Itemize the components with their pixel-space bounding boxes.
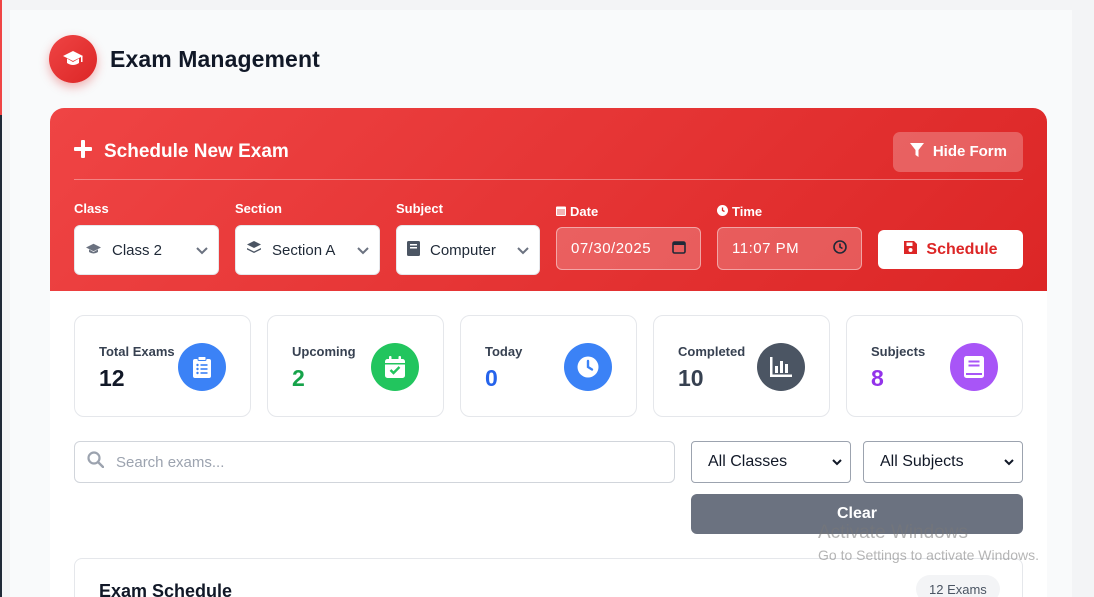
subject-label: Subject <box>396 200 443 216</box>
page-header: Exam Management <box>49 35 320 83</box>
stat-card-upcoming: Upcoming 2 <box>267 315 444 417</box>
stat-card-total-exams: Total Exams 12 <box>74 315 251 417</box>
book-icon <box>950 343 998 391</box>
stat-value: 12 <box>99 365 125 391</box>
graduation-cap-icon <box>85 242 102 259</box>
time-input[interactable]: 11:07 PM <box>717 227 862 270</box>
section-field: Section Section A <box>235 200 380 275</box>
search-icon <box>87 451 105 473</box>
filter-icon <box>909 142 925 162</box>
calendar-picker-icon[interactable] <box>672 240 686 258</box>
stat-value: 10 <box>678 365 704 391</box>
form-title-text: Schedule New Exam <box>104 140 289 162</box>
subject-field: Subject Computer <box>396 200 540 275</box>
chevron-down-icon <box>517 242 529 259</box>
stat-card-today: Today 0 <box>460 315 637 417</box>
calendar-icon <box>556 204 566 219</box>
time-input-value: 11:07 PM <box>732 240 800 257</box>
chevron-down-icon <box>832 453 842 471</box>
page-title: Exam Management <box>110 45 320 72</box>
plus-icon <box>74 139 92 164</box>
date-field: Date 07/30/2025 <box>556 203 701 270</box>
chevron-down-icon <box>1004 453 1014 471</box>
stat-label: Total Exams <box>99 344 175 359</box>
stat-value: 8 <box>871 365 884 391</box>
chart-bar-icon <box>757 343 805 391</box>
clock-picker-icon[interactable] <box>833 239 847 258</box>
subject-select-value: Computer <box>430 241 496 259</box>
stat-label: Completed <box>678 344 746 359</box>
time-label-text: Time <box>732 203 763 219</box>
class-filter-value: All Classes <box>708 453 788 470</box>
subject-filter-value: All Subjects <box>880 453 964 470</box>
form-title: Schedule New Exam <box>74 139 289 164</box>
chevron-down-icon <box>357 242 369 259</box>
time-field: Time 11:07 PM <box>717 203 862 270</box>
date-input-value: 07/30/2025 <box>571 240 652 257</box>
book-icon <box>407 240 420 260</box>
schedule-button[interactable]: Schedule <box>878 230 1023 269</box>
clock-icon <box>717 204 728 219</box>
save-icon <box>903 240 918 260</box>
search-input[interactable] <box>116 453 662 471</box>
class-field: Class Class 2 <box>74 200 219 275</box>
date-label: Date <box>556 203 701 219</box>
stat-label: Subjects <box>871 344 926 359</box>
stat-value: 2 <box>292 365 305 391</box>
class-select-value: Class 2 <box>112 241 163 259</box>
layers-icon <box>246 240 262 260</box>
date-label-text: Date <box>570 203 599 219</box>
date-input[interactable]: 07/30/2025 <box>556 227 701 270</box>
class-filter-select[interactable]: All Classes <box>691 441 851 483</box>
graduation-cap-icon <box>49 35 97 83</box>
watermark-subtitle: Go to Settings to activate Windows. <box>818 547 1039 563</box>
section-select-value: Section A <box>272 241 336 259</box>
hide-form-label: Hide Form <box>932 143 1007 160</box>
stat-card-subjects: Subjects 8 <box>846 315 1023 417</box>
clipboard-list-icon <box>178 343 226 391</box>
stat-label: Upcoming <box>292 344 356 359</box>
exam-schedule-title: Exam Schedule <box>99 581 233 597</box>
class-select[interactable]: Class 2 <box>74 225 219 275</box>
clock-icon <box>564 343 612 391</box>
class-label: Class <box>74 200 109 216</box>
windows-activation-watermark: Activate Windows Go to Settings to activ… <box>818 522 1039 565</box>
form-header: Schedule New Exam Hide Form <box>74 124 1023 180</box>
search-bar <box>74 441 675 483</box>
time-label: Time <box>717 203 862 219</box>
window-edge <box>0 0 2 597</box>
exam-count-badge: 12 Exams <box>916 575 1000 597</box>
subject-filter-select[interactable]: All Subjects <box>863 441 1023 483</box>
chevron-down-icon <box>196 242 208 259</box>
schedule-button-label: Schedule <box>926 240 998 258</box>
stat-card-completed: Completed 10 <box>653 315 830 417</box>
hide-form-button[interactable]: Hide Form <box>892 131 1023 172</box>
section-label: Section <box>235 200 282 216</box>
section-select[interactable]: Section A <box>235 225 380 275</box>
stat-value: 0 <box>485 365 498 391</box>
calendar-check-icon <box>371 343 419 391</box>
schedule-form: Schedule New Exam Hide Form Class Class … <box>50 108 1047 291</box>
stat-label: Today <box>485 344 523 359</box>
watermark-title: Activate Windows <box>818 522 968 543</box>
subject-select[interactable]: Computer <box>396 225 540 275</box>
